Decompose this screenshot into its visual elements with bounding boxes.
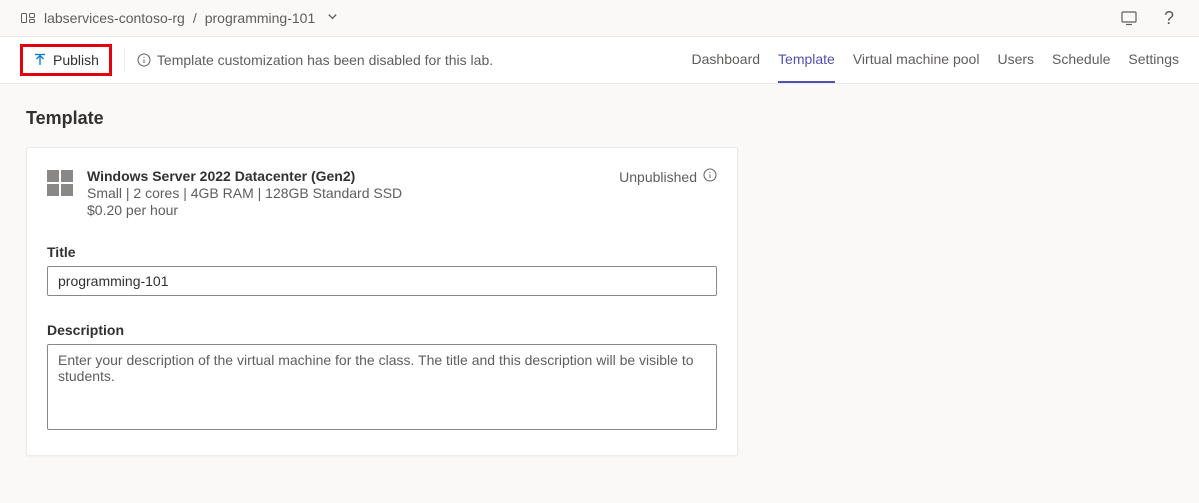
publish-button[interactable]: Publish xyxy=(20,44,112,76)
vm-specs: Small | 2 cores | 4GB RAM | 128GB Standa… xyxy=(87,185,402,201)
tab-users[interactable]: Users xyxy=(997,37,1034,83)
tab-template[interactable]: Template xyxy=(778,37,835,83)
resource-group-icon xyxy=(20,10,36,26)
help-icon[interactable]: ? xyxy=(1159,8,1179,28)
description-textarea[interactable] xyxy=(47,344,717,430)
description-label: Description xyxy=(47,322,717,338)
publish-label: Publish xyxy=(53,52,99,68)
info-text: Template customization has been disabled… xyxy=(157,52,493,68)
chevron-down-icon[interactable] xyxy=(327,11,338,25)
breadcrumb-separator: / xyxy=(193,10,197,26)
template-card: Windows Server 2022 Datacenter (Gen2) Sm… xyxy=(26,147,738,456)
tab-dashboard[interactable]: Dashboard xyxy=(692,37,761,83)
info-icon xyxy=(137,53,151,67)
upload-icon xyxy=(33,53,47,67)
vm-name: Windows Server 2022 Datacenter (Gen2) xyxy=(87,168,402,184)
title-input[interactable] xyxy=(47,266,717,296)
tab-vm-pool[interactable]: Virtual machine pool xyxy=(853,37,980,83)
vm-status-text: Unpublished xyxy=(619,169,697,185)
toolbar-divider xyxy=(124,48,125,72)
windows-logo-icon xyxy=(47,170,73,196)
info-message: Template customization has been disabled… xyxy=(137,52,493,68)
vm-price: $0.20 per hour xyxy=(87,202,402,218)
page-title: Template xyxy=(0,84,1199,141)
breadcrumb: labservices-contoso-rg / programming-101 xyxy=(20,10,338,26)
breadcrumb-root[interactable]: labservices-contoso-rg xyxy=(44,10,185,26)
info-icon[interactable] xyxy=(703,168,717,185)
monitor-icon[interactable] xyxy=(1119,8,1139,28)
breadcrumb-current[interactable]: programming-101 xyxy=(205,10,316,26)
title-label: Title xyxy=(47,244,717,260)
tab-schedule[interactable]: Schedule xyxy=(1052,37,1110,83)
tab-settings[interactable]: Settings xyxy=(1128,37,1179,83)
